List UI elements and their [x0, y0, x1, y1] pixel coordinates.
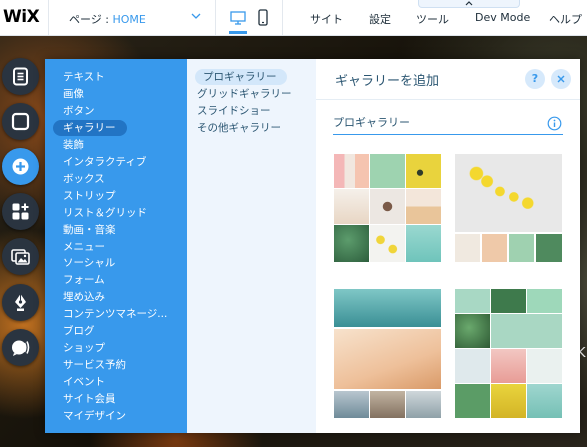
- category-item[interactable]: ショップ: [63, 340, 105, 356]
- category-item[interactable]: ソーシャル: [63, 255, 115, 271]
- category-item[interactable]: インタラクティブ: [63, 154, 146, 170]
- help-button[interactable]: ?: [525, 69, 545, 89]
- pages-icon: [13, 67, 28, 86]
- gallery-content: ギャラリーを追加 ? プロギャラリー: [316, 59, 580, 433]
- category-item[interactable]: ブログ: [63, 323, 95, 339]
- current-page: HOME: [112, 13, 146, 26]
- gallery-preset-collage[interactable]: [334, 289, 441, 418]
- gallery-preset-slideshow[interactable]: [455, 154, 562, 262]
- category-item[interactable]: ストリップ: [63, 188, 116, 204]
- media-tool-button[interactable]: [2, 238, 39, 275]
- info-icon[interactable]: [547, 116, 562, 131]
- subcategory-item[interactable]: プロギャラリー: [195, 69, 287, 85]
- chevron-up-icon: [465, 1, 473, 6]
- category-item[interactable]: リスト＆グリッド: [63, 205, 147, 221]
- device-switcher: [217, 0, 283, 35]
- section-divider: [333, 134, 563, 135]
- page-selector-label: ページ : HOME: [69, 13, 146, 26]
- add-icon: [12, 158, 29, 175]
- subcategory-item[interactable]: その他ギャラリー: [197, 120, 281, 136]
- blog-pen-icon: [15, 294, 26, 311]
- category-item[interactable]: 動画・音楽: [63, 222, 116, 238]
- category-item[interactable]: サービス予約: [63, 357, 126, 373]
- category-item[interactable]: ギャラリー: [53, 119, 127, 136]
- category-item[interactable]: ボックス: [63, 171, 105, 187]
- category-item[interactable]: サイト会員: [63, 391, 116, 407]
- subcategory-list: プロギャラリー グリッドギャラリー スライドショー その他ギャラリー: [187, 59, 316, 433]
- add-apps-tool-button[interactable]: [2, 193, 39, 230]
- add-tool-button[interactable]: [2, 148, 39, 185]
- background-tool-button[interactable]: [2, 103, 39, 140]
- subcategory-item[interactable]: スライドショー: [197, 103, 271, 119]
- category-item[interactable]: ボタン: [63, 103, 95, 119]
- desktop-icon[interactable]: [229, 9, 247, 27]
- menu-tools[interactable]: ツール: [416, 11, 449, 27]
- section-title: プロギャラリー: [333, 116, 410, 129]
- panel-header: ギャラリーを追加 ?: [316, 59, 580, 100]
- menu-settings[interactable]: 設定: [369, 11, 391, 27]
- pages-tool-button[interactable]: [2, 58, 39, 95]
- category-item[interactable]: コンテンツマネージ...: [63, 306, 167, 322]
- menu-help[interactable]: ヘルプ: [549, 11, 582, 27]
- desktop-active-indicator: [229, 31, 247, 34]
- menu-site[interactable]: サイト: [310, 11, 343, 27]
- add-elements-panel: テキスト 画像 ボタン ギャラリー 装飾 インタラクティブ ボックス ストリップ リスト＆グリッ…: [45, 59, 580, 433]
- category-item[interactable]: 装飾: [63, 137, 84, 153]
- page-selector[interactable]: ページ : HOME: [48, 0, 216, 35]
- close-button[interactable]: [551, 69, 571, 89]
- category-item[interactable]: テキスト: [63, 69, 105, 85]
- category-list: テキスト 画像 ボタン ギャラリー 装飾 インタラクティブ ボックス ストリップ リスト＆グリッ…: [45, 59, 187, 433]
- media-icon: [11, 249, 30, 265]
- gallery-preset-grid[interactable]: [334, 154, 441, 262]
- subcategory-item[interactable]: グリッドギャラリー: [197, 86, 292, 102]
- category-item[interactable]: 埋め込み: [63, 289, 105, 305]
- category-item[interactable]: フォーム: [63, 272, 105, 288]
- gallery-preset-mosaic[interactable]: [455, 289, 562, 418]
- top-bar: WiX ページ : HOME サイト 設定 ツール Dev Mode ヘルプ: [0, 0, 587, 36]
- mobile-icon[interactable]: [257, 9, 269, 27]
- chat-bubble-icon: [12, 340, 30, 356]
- category-item[interactable]: 画像: [63, 86, 84, 102]
- close-icon: [557, 75, 565, 83]
- panel-title: ギャラリーを追加: [335, 74, 440, 89]
- chevron-down-icon: [191, 13, 201, 19]
- category-item[interactable]: マイデザイン: [63, 408, 126, 424]
- comments-tool-button[interactable]: [2, 329, 39, 366]
- category-item[interactable]: メニュー: [63, 239, 105, 255]
- add-apps-icon: [12, 203, 29, 220]
- wix-logo[interactable]: WiX: [3, 7, 40, 27]
- blog-tool-button[interactable]: [2, 284, 39, 321]
- category-item[interactable]: イベント: [63, 374, 105, 390]
- menu-devmode[interactable]: Dev Mode: [475, 11, 530, 24]
- collapse-toolbar-tab[interactable]: [418, 0, 520, 8]
- background-icon: [11, 112, 30, 131]
